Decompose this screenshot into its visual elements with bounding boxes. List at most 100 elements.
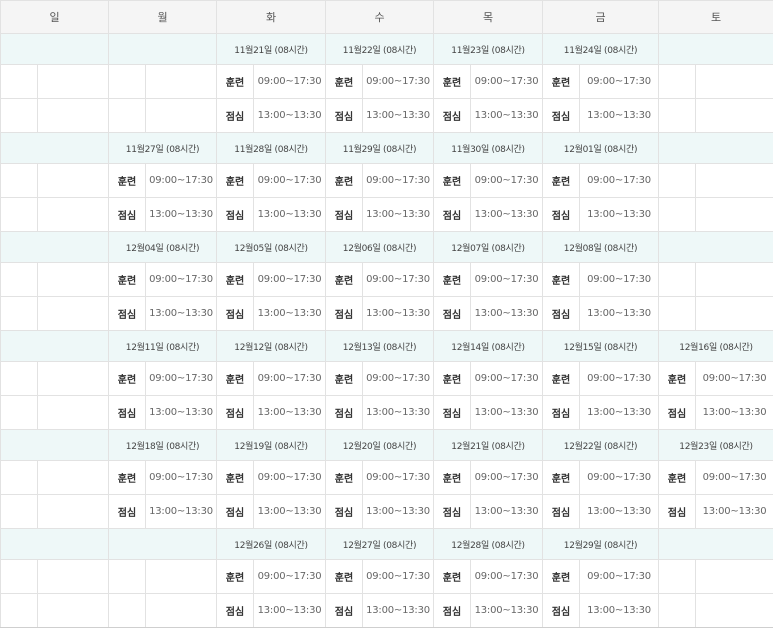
day-date-cell: 12월04일 (08시간) bbox=[108, 231, 217, 263]
training-label: 훈련 bbox=[325, 460, 363, 495]
lunch-label: 점심 bbox=[325, 494, 363, 529]
lunch-time: 13:00~13:30 bbox=[253, 296, 326, 331]
day-date-cell bbox=[0, 330, 109, 362]
lunch-time: 13:00~13:30 bbox=[362, 395, 434, 430]
lunch-label bbox=[0, 395, 38, 430]
lunch-time bbox=[145, 593, 217, 628]
day-date-cell bbox=[658, 528, 773, 560]
training-label: 훈련 bbox=[433, 163, 471, 198]
training-time bbox=[37, 163, 109, 198]
training-time bbox=[37, 361, 109, 396]
day-date-cell: 12월23일 (08시간) bbox=[658, 429, 773, 461]
lunch-label: 점심 bbox=[433, 494, 471, 529]
day-date-cell: 11월24일 (08시간) bbox=[542, 33, 659, 65]
training-label: 훈련 bbox=[325, 262, 363, 297]
lunch-time: 13:00~13:30 bbox=[362, 494, 434, 529]
training-time bbox=[145, 64, 217, 99]
lunch-label: 점심 bbox=[216, 494, 254, 529]
weekday-header: 토 bbox=[658, 0, 773, 34]
day-date-cell: 12월08일 (08시간) bbox=[542, 231, 659, 263]
lunch-time bbox=[695, 98, 773, 133]
lunch-time: 13:00~13:30 bbox=[145, 395, 217, 430]
lunch-label bbox=[0, 494, 38, 529]
lunch-time: 13:00~13:30 bbox=[695, 494, 773, 529]
training-time: 09:00~17:30 bbox=[695, 361, 773, 396]
day-date-cell: 12월22일 (08시간) bbox=[542, 429, 659, 461]
day-date-cell: 11월22일 (08시간) bbox=[325, 33, 434, 65]
training-label: 훈련 bbox=[216, 361, 254, 396]
day-date-cell bbox=[0, 33, 109, 65]
training-time: 09:00~17:30 bbox=[253, 262, 326, 297]
training-time bbox=[37, 64, 109, 99]
training-time: 09:00~17:30 bbox=[579, 262, 659, 297]
training-time: 09:00~17:30 bbox=[253, 361, 326, 396]
training-label bbox=[0, 559, 38, 594]
day-date-cell: 12월13일 (08시간) bbox=[325, 330, 434, 362]
training-label: 훈련 bbox=[216, 559, 254, 594]
day-date-cell: 12월26일 (08시간) bbox=[216, 528, 326, 560]
week-date-row: 11월27일 (08시간) 11월28일 (08시간) 11월29일 (08시간) 1… bbox=[0, 132, 773, 164]
lunch-time: 13:00~13:30 bbox=[579, 296, 659, 331]
training-label: 훈련 bbox=[542, 262, 580, 297]
lunch-label: 점심 bbox=[542, 197, 580, 232]
training-row: 훈련 09:00~17:30 훈련 09:00~17:30 훈련 09:00~17:30 훈… bbox=[0, 262, 773, 297]
day-date-cell bbox=[0, 231, 109, 263]
lunch-label bbox=[658, 593, 696, 628]
training-label: 훈련 bbox=[542, 559, 580, 594]
day-date-cell: 12월06일 (08시간) bbox=[325, 231, 434, 263]
day-date-cell: 12월20일 (08시간) bbox=[325, 429, 434, 461]
training-label: 훈련 bbox=[108, 262, 146, 297]
lunch-label: 점심 bbox=[216, 98, 254, 133]
training-time: 09:00~17:30 bbox=[579, 361, 659, 396]
training-time: 09:00~17:30 bbox=[470, 64, 543, 99]
lunch-time bbox=[695, 296, 773, 331]
lunch-time bbox=[695, 197, 773, 232]
lunch-time: 13:00~13:30 bbox=[362, 98, 434, 133]
training-row: 훈련 09:00~17:30 훈련 09:00~17:30 훈련 09:00~17:30 훈… bbox=[0, 460, 773, 495]
day-date-cell: 12월21일 (08시간) bbox=[433, 429, 543, 461]
lunch-label bbox=[0, 98, 38, 133]
training-time: 09:00~17:30 bbox=[362, 361, 434, 396]
lunch-label: 점심 bbox=[216, 593, 254, 628]
day-date-cell: 11월23일 (08시간) bbox=[433, 33, 543, 65]
lunch-label: 점심 bbox=[542, 494, 580, 529]
training-time: 09:00~17:30 bbox=[145, 163, 217, 198]
training-time: 09:00~17:30 bbox=[253, 460, 326, 495]
training-label bbox=[0, 460, 38, 495]
lunch-label: 점심 bbox=[108, 494, 146, 529]
training-label bbox=[0, 163, 38, 198]
training-label: 훈련 bbox=[216, 262, 254, 297]
training-label: 훈련 bbox=[542, 64, 580, 99]
lunch-time: 13:00~13:30 bbox=[579, 494, 659, 529]
day-date-cell: 12월18일 (08시간) bbox=[108, 429, 217, 461]
day-date-cell: 12월15일 (08시간) bbox=[542, 330, 659, 362]
training-time: 09:00~17:30 bbox=[579, 460, 659, 495]
lunch-time: 13:00~13:30 bbox=[362, 296, 434, 331]
training-row: 훈련 09:00~17:30 훈련 09:00~17:30 훈련 09:00~17:30 훈… bbox=[0, 361, 773, 396]
day-date-cell bbox=[658, 132, 773, 164]
training-time: 09:00~17:30 bbox=[145, 460, 217, 495]
training-time bbox=[695, 262, 773, 297]
day-date-cell: 12월05일 (08시간) bbox=[216, 231, 326, 263]
training-time bbox=[695, 64, 773, 99]
day-date-cell: 12월01일 (08시간) bbox=[542, 132, 659, 164]
training-time: 09:00~17:30 bbox=[362, 460, 434, 495]
lunch-label: 점심 bbox=[325, 98, 363, 133]
lunch-time: 13:00~13:30 bbox=[470, 98, 543, 133]
training-time bbox=[695, 163, 773, 198]
training-row: 훈련 09:00~17:30 훈련 09:00~17:30 훈련 09:00~17:30 훈… bbox=[0, 64, 773, 99]
schedule-calendar: 일월화수목금토 11월21일 (08시간) 11월22일 (08시간) 11월23일… bbox=[0, 0, 773, 628]
lunch-time: 13:00~13:30 bbox=[470, 593, 543, 628]
training-time bbox=[695, 559, 773, 594]
lunch-label: 점심 bbox=[108, 296, 146, 331]
training-label: 훈련 bbox=[658, 460, 696, 495]
lunch-time: 13:00~13:30 bbox=[470, 494, 543, 529]
training-label: 훈련 bbox=[216, 163, 254, 198]
day-date-cell: 11월28일 (08시간) bbox=[216, 132, 326, 164]
lunch-time: 13:00~13:30 bbox=[579, 98, 659, 133]
training-time: 09:00~17:30 bbox=[470, 460, 543, 495]
training-time bbox=[37, 460, 109, 495]
lunch-label: 점심 bbox=[108, 395, 146, 430]
lunch-time bbox=[37, 593, 109, 628]
weekday-header: 월 bbox=[108, 0, 217, 34]
